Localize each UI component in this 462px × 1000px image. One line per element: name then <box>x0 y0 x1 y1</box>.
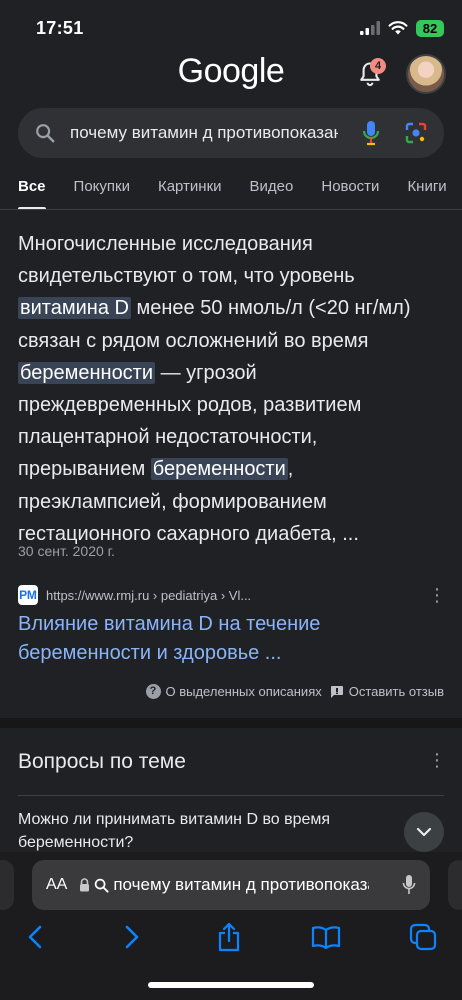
search-icon <box>95 878 109 893</box>
feedback-link[interactable]: Оставить отзыв <box>330 684 444 699</box>
avatar[interactable] <box>406 54 446 94</box>
chevron-left-icon <box>28 925 42 949</box>
search-icon <box>36 124 55 143</box>
back-button[interactable] <box>20 922 50 952</box>
wifi-icon <box>388 21 408 35</box>
lock-icon <box>80 878 90 892</box>
tab-news[interactable]: Новости <box>321 166 379 209</box>
snippet-highlight: беременности <box>150 458 288 481</box>
feedback-label: Оставить отзыв <box>348 684 444 699</box>
tab-all[interactable]: Все <box>18 166 46 209</box>
share-icon <box>218 922 240 952</box>
voice-search-icon[interactable] <box>362 120 380 146</box>
featured-snippet-text: Многочисленные исследования свидетельств… <box>18 228 428 550</box>
result-title-link[interactable]: Влияние витамина D на течение беременнос… <box>18 610 438 668</box>
result-source[interactable]: РМ https://www.rmj.ru › pediatriya › Vl.… <box>18 584 446 606</box>
tabs-overview-icon <box>409 923 437 951</box>
about-featured-snippets-label: О выделенных описаниях <box>165 684 322 699</box>
help-icon: ? <box>145 684 161 699</box>
lens-search-icon[interactable] <box>404 121 428 145</box>
status-time: 17:51 <box>36 17 84 38</box>
related-question[interactable]: Можно ли принимать витамин D во время бе… <box>18 808 398 854</box>
snippet-date: 30 сент. 2020 г. <box>18 543 115 559</box>
search-tabs: Все Покупки Картинки Видео Новости Книги <box>0 166 462 210</box>
address-text[interactable]: почему витамин д противопоказан <box>113 875 369 895</box>
chevron-down-icon <box>416 827 432 837</box>
google-header: Google 4 <box>0 50 462 98</box>
home-indicator <box>148 982 314 988</box>
bookmarks-button[interactable] <box>311 922 341 952</box>
tab-videos[interactable]: Видео <box>250 166 294 209</box>
section-divider <box>0 718 462 728</box>
related-divider <box>18 795 444 796</box>
previous-tab-edge[interactable] <box>0 860 14 910</box>
more-options-icon[interactable]: ⋮ <box>428 586 446 604</box>
snippet-highlight: витамина D <box>18 297 131 320</box>
google-logo[interactable]: Google <box>0 52 462 91</box>
chevron-right-icon <box>125 925 139 949</box>
tab-books[interactable]: Книги <box>407 166 446 209</box>
related-questions-title: Вопросы по теме <box>18 750 186 773</box>
book-icon <box>311 926 341 949</box>
about-featured-snippets-link[interactable]: ? О выделенных описаниях <box>145 684 322 699</box>
tab-images[interactable]: Картинки <box>158 166 222 209</box>
browser-toolbar <box>0 922 462 952</box>
status-bar: 17:51 82 <box>0 0 462 56</box>
page-settings-button[interactable]: AA <box>46 876 67 894</box>
forward-button[interactable] <box>117 922 147 952</box>
snippet-text-part: Многочисленные исследования свидетельств… <box>18 233 355 288</box>
dictation-mic-icon[interactable] <box>402 874 416 896</box>
snippet-feedback: ? О выделенных описаниях Оставить отзыв <box>145 684 444 699</box>
cellular-signal-icon <box>360 21 380 35</box>
share-button[interactable] <box>214 922 244 952</box>
tab-shopping[interactable]: Покупки <box>74 166 130 209</box>
snippet-highlight: беременности <box>18 361 156 384</box>
search-box[interactable]: почему витамин д противопоказан <box>18 108 444 158</box>
address-bar[interactable]: AA почему витамин д противопоказан <box>32 860 430 910</box>
battery-indicator: 82 <box>416 19 444 37</box>
status-indicators: 82 <box>360 19 444 37</box>
search-input[interactable]: почему витамин д противопоказан <box>70 123 338 143</box>
notification-badge: 4 <box>370 58 386 74</box>
expand-question-button[interactable] <box>404 812 444 852</box>
site-favicon-icon: РМ <box>18 585 38 605</box>
source-url[interactable]: https://www.rmj.ru › pediatriya › Vl... <box>46 588 251 603</box>
next-tab-edge[interactable] <box>448 860 462 910</box>
related-more-options-icon[interactable]: ⋮ <box>428 750 446 771</box>
tabs-button[interactable] <box>408 922 438 952</box>
browser-bottom-bar: AA почему витамин д противопоказан <box>0 852 462 1000</box>
feedback-flag-icon <box>330 685 343 698</box>
